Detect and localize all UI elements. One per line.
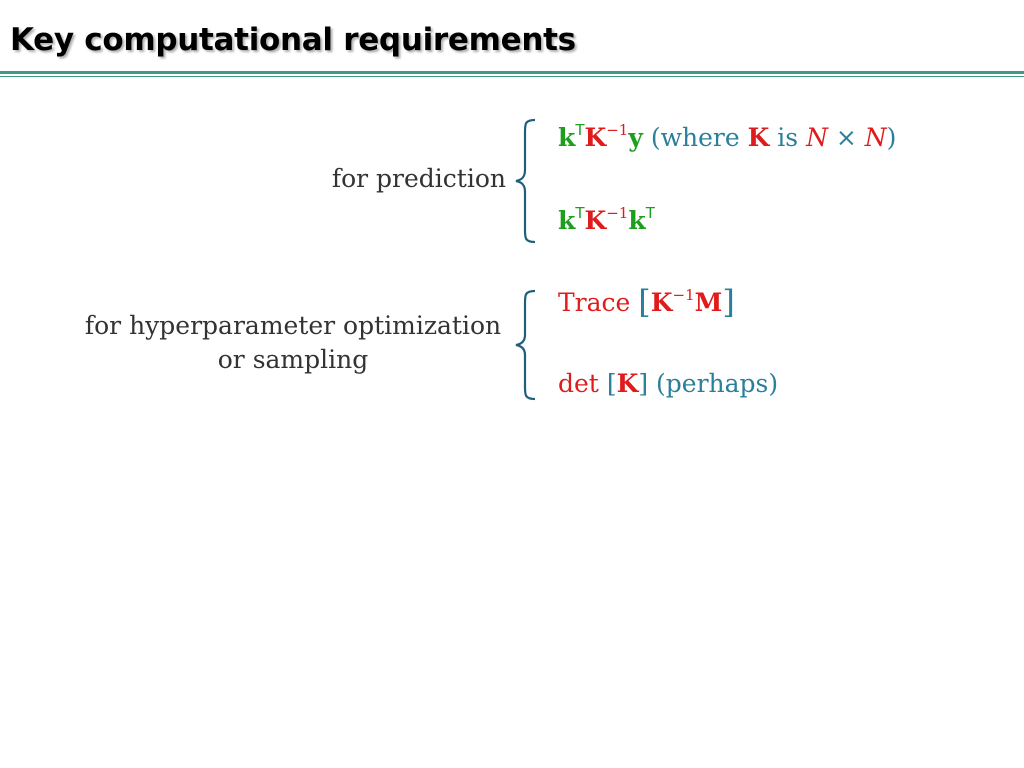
prediction-label: for prediction (331, 164, 506, 193)
inverse-sup: −1 (606, 204, 629, 222)
K-matrix: K (584, 123, 607, 152)
det-word: det (558, 369, 599, 398)
N-2: N (864, 123, 887, 152)
slide-title: Key computational requirements (10, 22, 576, 58)
formula-prediction-mean: kTK−1y (where K is N × N) (558, 121, 896, 155)
inverse-sup: −1 (672, 286, 695, 304)
N-1: N (806, 123, 828, 152)
title-rule-secondary (0, 76, 1024, 77)
times-sign: × (835, 123, 857, 152)
hyperparameter-label-line-2: or sampling (217, 345, 369, 374)
left-bracket: [ (638, 283, 651, 321)
y-vector: y (628, 123, 643, 152)
right-bracket: ] (638, 369, 649, 398)
left-bracket: [ (606, 369, 617, 398)
k-vector: k (558, 206, 576, 235)
K-matrix: K (650, 288, 673, 317)
where-open: (where (650, 123, 740, 152)
hyperparameter-brace (513, 289, 536, 401)
perhaps-note: (perhaps) (656, 369, 779, 398)
formula-trace: Trace [K−1M] (558, 285, 735, 320)
right-bracket: ] (722, 283, 735, 321)
transpose-sup: T (575, 204, 585, 222)
formula-determinant: det [K] (perhaps) (558, 367, 778, 401)
M-matrix: M (694, 288, 723, 317)
transpose-sup: T (575, 121, 585, 139)
k-vector: k (558, 123, 576, 152)
trace-word: Trace (558, 288, 631, 317)
is-word: is (777, 123, 799, 152)
transpose-sup-2: T (645, 204, 655, 222)
hyperparameter-label: for hyperparameter optimization or sampl… (75, 309, 511, 377)
close-paren: ) (886, 123, 897, 152)
prediction-brace (513, 118, 536, 244)
title-rule (0, 71, 1024, 74)
K-matrix: K (616, 369, 639, 398)
hyperparameter-label-line-1: for hyperparameter optimization (84, 311, 502, 340)
formula-prediction-variance: kTK−1kT (558, 204, 655, 238)
K-matrix-2: K (747, 123, 770, 152)
K-matrix: K (584, 206, 607, 235)
k-vector-2: k (628, 206, 646, 235)
inverse-sup: −1 (606, 121, 629, 139)
